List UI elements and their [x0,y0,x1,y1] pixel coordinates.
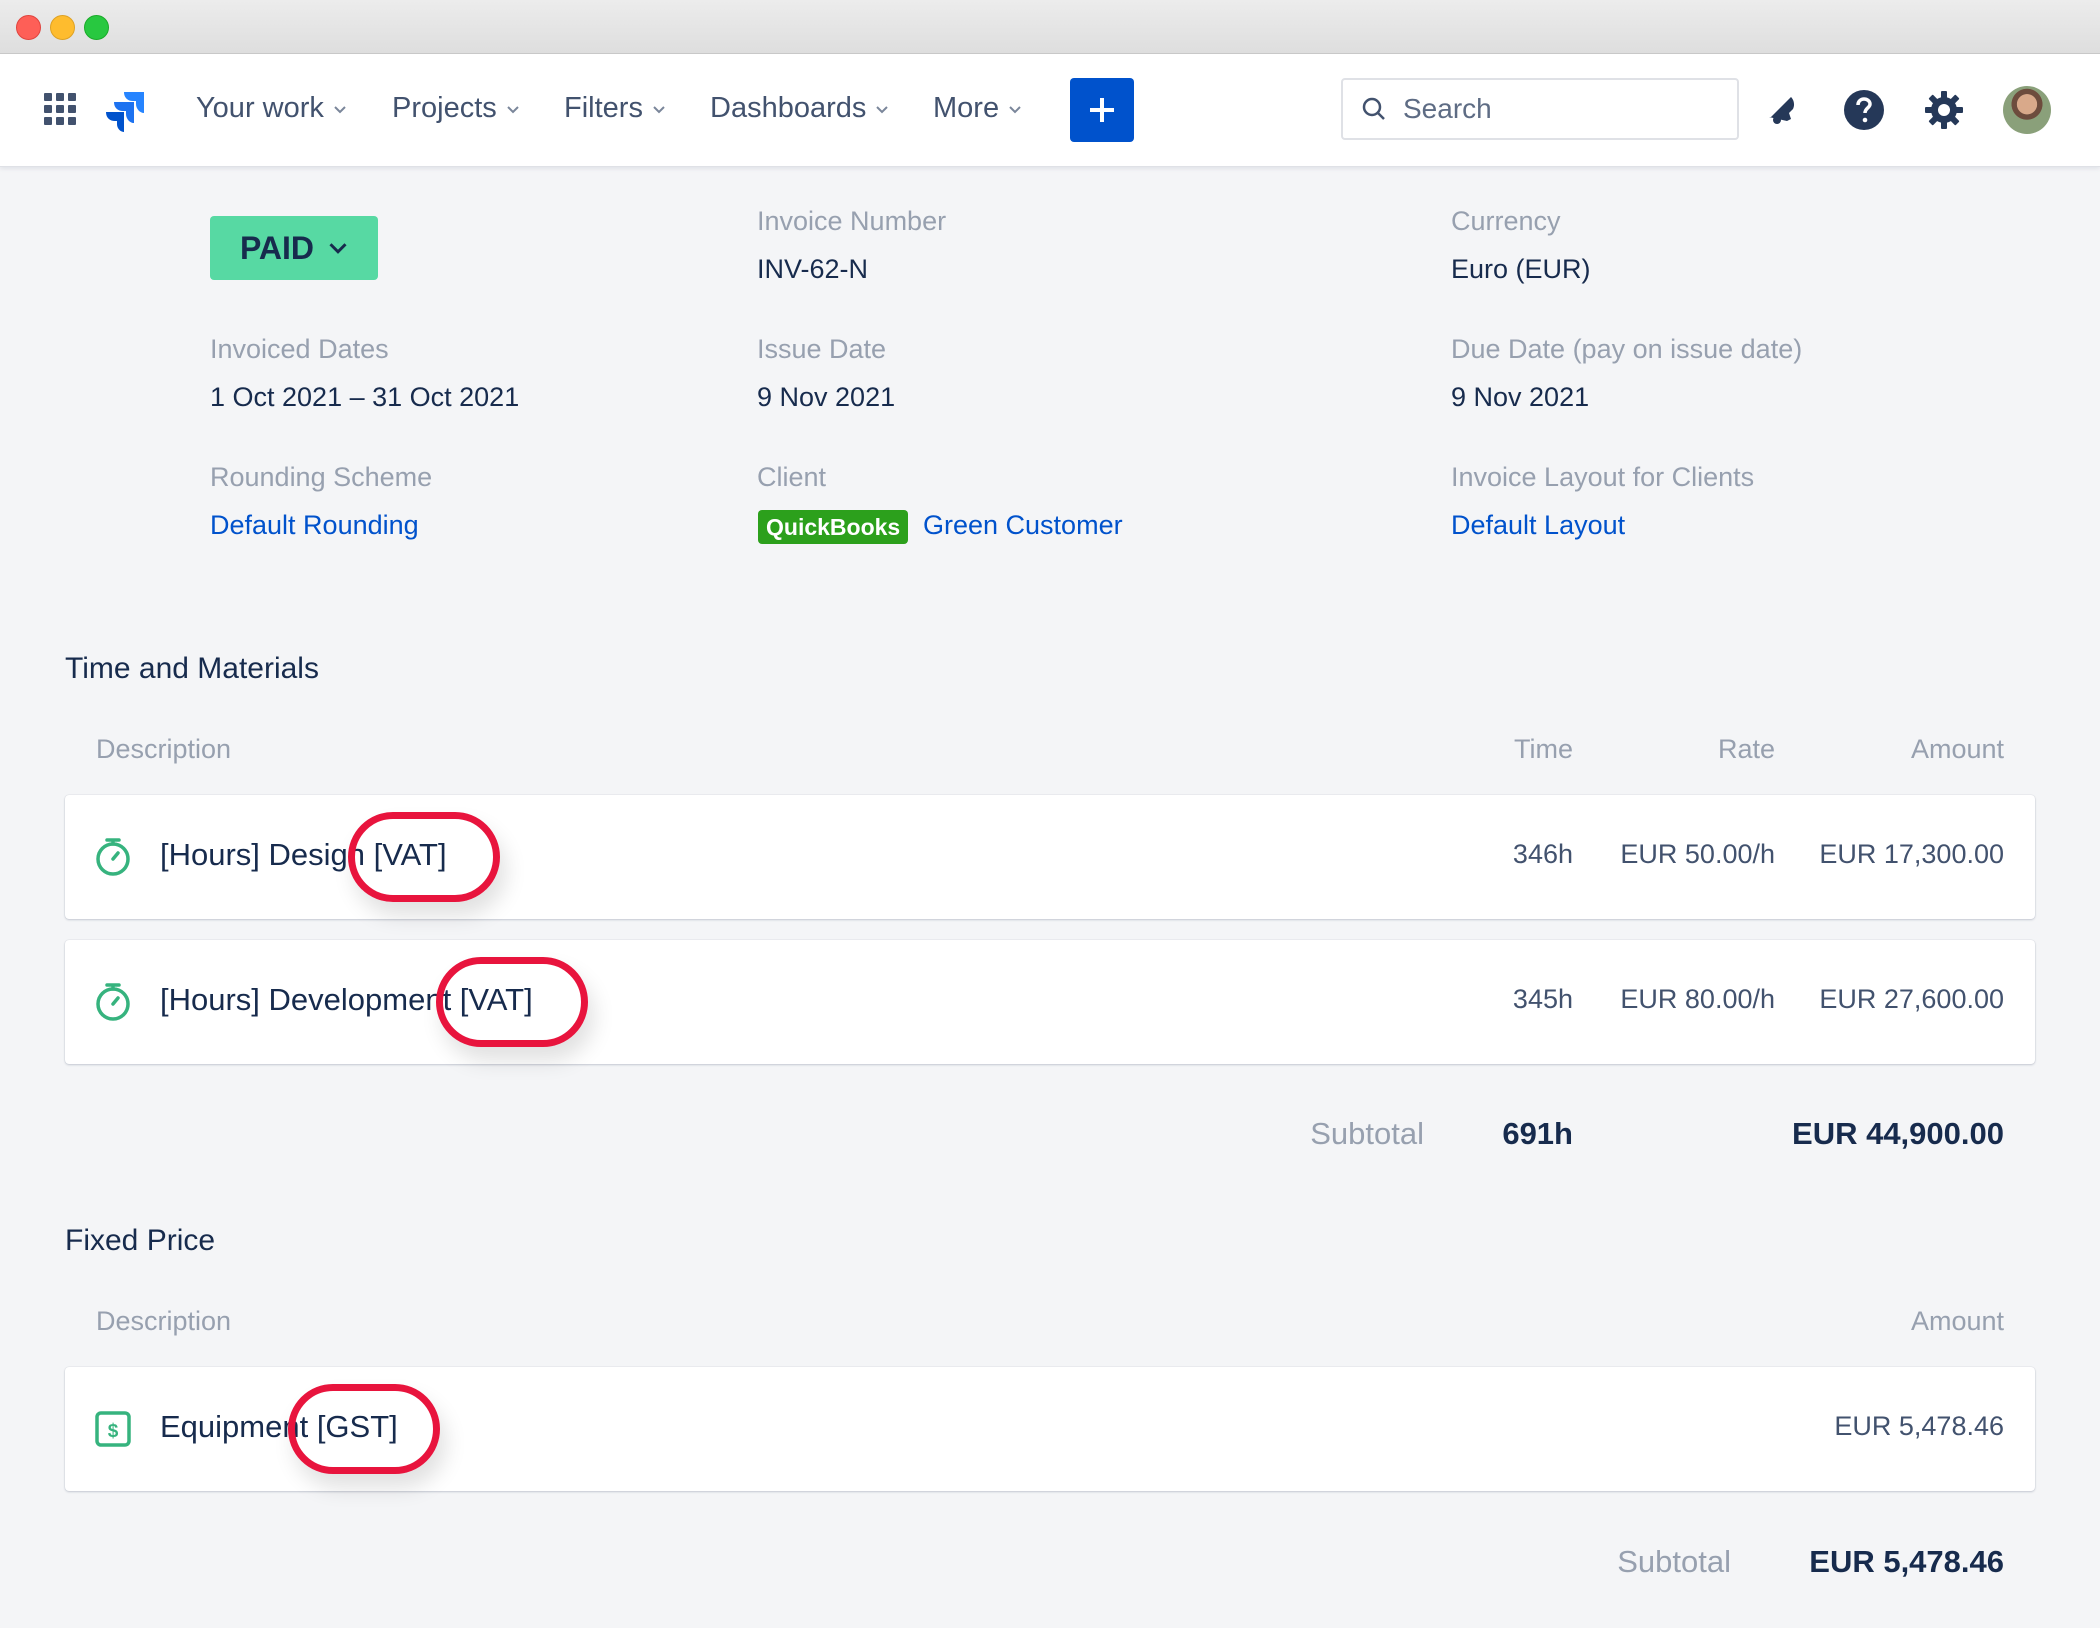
nav-dashboards-label: Dashboards [710,92,867,124]
row-amount: EUR 5,478.46 [1834,1411,2004,1441]
row-amount: EUR 17,300.00 [1819,839,2004,869]
status-dropdown-button[interactable]: PAID [210,216,378,280]
help-icon[interactable] [1842,88,1886,132]
chevron-down-icon [334,105,346,113]
app-switcher-icon[interactable] [44,93,76,125]
col-time-header: Time [1514,734,1573,764]
client-link[interactable]: Green Customer [923,510,1123,541]
invoice-layout-link[interactable]: Default Layout [1451,510,1625,541]
nav-projects[interactable]: Projects [392,92,521,125]
stopwatch-icon [96,983,130,1021]
search-input[interactable] [1401,92,1705,126]
nav-filters[interactable]: Filters [564,92,667,125]
jira-logo-icon[interactable] [104,88,148,132]
rounding-scheme-link[interactable]: Default Rounding [210,510,419,541]
row-rate: EUR 50.00/h [1620,839,1775,869]
col-amount-header: Amount [1910,734,2004,764]
row-time: 346h [1512,839,1573,869]
currency-label: Currency [1451,206,1561,236]
chevron-down-icon [329,243,347,254]
chevron-down-icon [653,105,665,113]
fixed-price-subtotal-label: Subtotal [1617,1544,1731,1579]
nav-your-work[interactable]: Your work [196,92,348,125]
col-rate-header: Rate [1717,734,1775,764]
notifications-bell-icon[interactable] [1762,88,1806,132]
invoiced-dates-value: 1 Oct 2021 – 31 Oct 2021 [210,382,520,412]
chevron-down-icon [1009,105,1021,113]
issue-date-value: 9 Nov 2021 [757,382,896,412]
window-titlebar [0,0,2100,54]
maximize-window-button[interactable] [84,15,109,40]
highlight-ring [288,1384,440,1474]
fixed-price-subtotal-amount: EUR 5,478.46 [1809,1544,2004,1579]
rounding-scheme-label: Rounding Scheme [210,462,433,492]
search-field[interactable] [1341,78,1739,140]
col-amount-header: Amount [1910,1306,2004,1336]
row-time: 345h [1512,984,1573,1014]
fixed-price-title: Fixed Price [65,1224,216,1257]
quickbooks-badge: QuickBooks [758,510,909,544]
svg-text:$: $ [108,1421,119,1442]
top-navigation: Your work Projects Filters Dashboards Mo… [0,54,2100,167]
search-icon [1362,97,1385,120]
col-description-header: Description [96,1306,232,1336]
nav-projects-label: Projects [392,92,497,124]
invoice-number-label: Invoice Number [757,206,947,236]
highlight-ring [348,812,500,902]
nav-your-work-label: Your work [196,92,324,124]
invoice-number-value: INV-62-N [757,254,869,284]
minimize-window-button[interactable] [50,15,75,40]
currency-value: Euro (EUR) [1451,254,1591,284]
chevron-down-icon [876,105,889,113]
issue-date-label: Issue Date [757,334,887,364]
nav-filters-label: Filters [564,92,643,124]
time-materials-subtotal-label: Subtotal [1310,1116,1424,1151]
invoice-layout-label: Invoice Layout for Clients [1451,462,1755,492]
row-rate: EUR 80.00/h [1620,984,1775,1014]
col-description-header: Description [96,734,232,764]
nav-more[interactable]: More [933,92,1023,125]
time-materials-subtotal-amount: EUR 44,900.00 [1792,1116,2004,1151]
due-date-label: Due Date (pay on issue date) [1451,334,1803,364]
time-materials-subtotal-time: 691h [1502,1116,1573,1151]
highlight-ring [436,957,588,1047]
plus-icon [1090,98,1114,122]
time-materials-title: Time and Materials [65,652,319,685]
invoiced-dates-label: Invoiced Dates [210,334,389,364]
client-label: Client [757,462,827,492]
user-avatar[interactable] [2003,86,2051,134]
status-label: PAID [239,229,315,266]
chevron-down-icon [507,105,519,113]
table-row[interactable]: [Hours] Development [VAT] 345h EUR 80.00… [65,940,2035,1064]
nav-dashboards[interactable]: Dashboards [710,92,890,125]
stopwatch-icon [96,838,130,876]
dollar-document-icon: $ [95,1411,131,1447]
close-window-button[interactable] [16,15,41,40]
create-button[interactable] [1070,78,1134,142]
settings-gear-icon[interactable] [1922,88,1966,132]
row-amount: EUR 27,600.00 [1819,984,2004,1014]
due-date-value: 9 Nov 2021 [1451,382,1590,412]
nav-more-label: More [933,92,1000,124]
